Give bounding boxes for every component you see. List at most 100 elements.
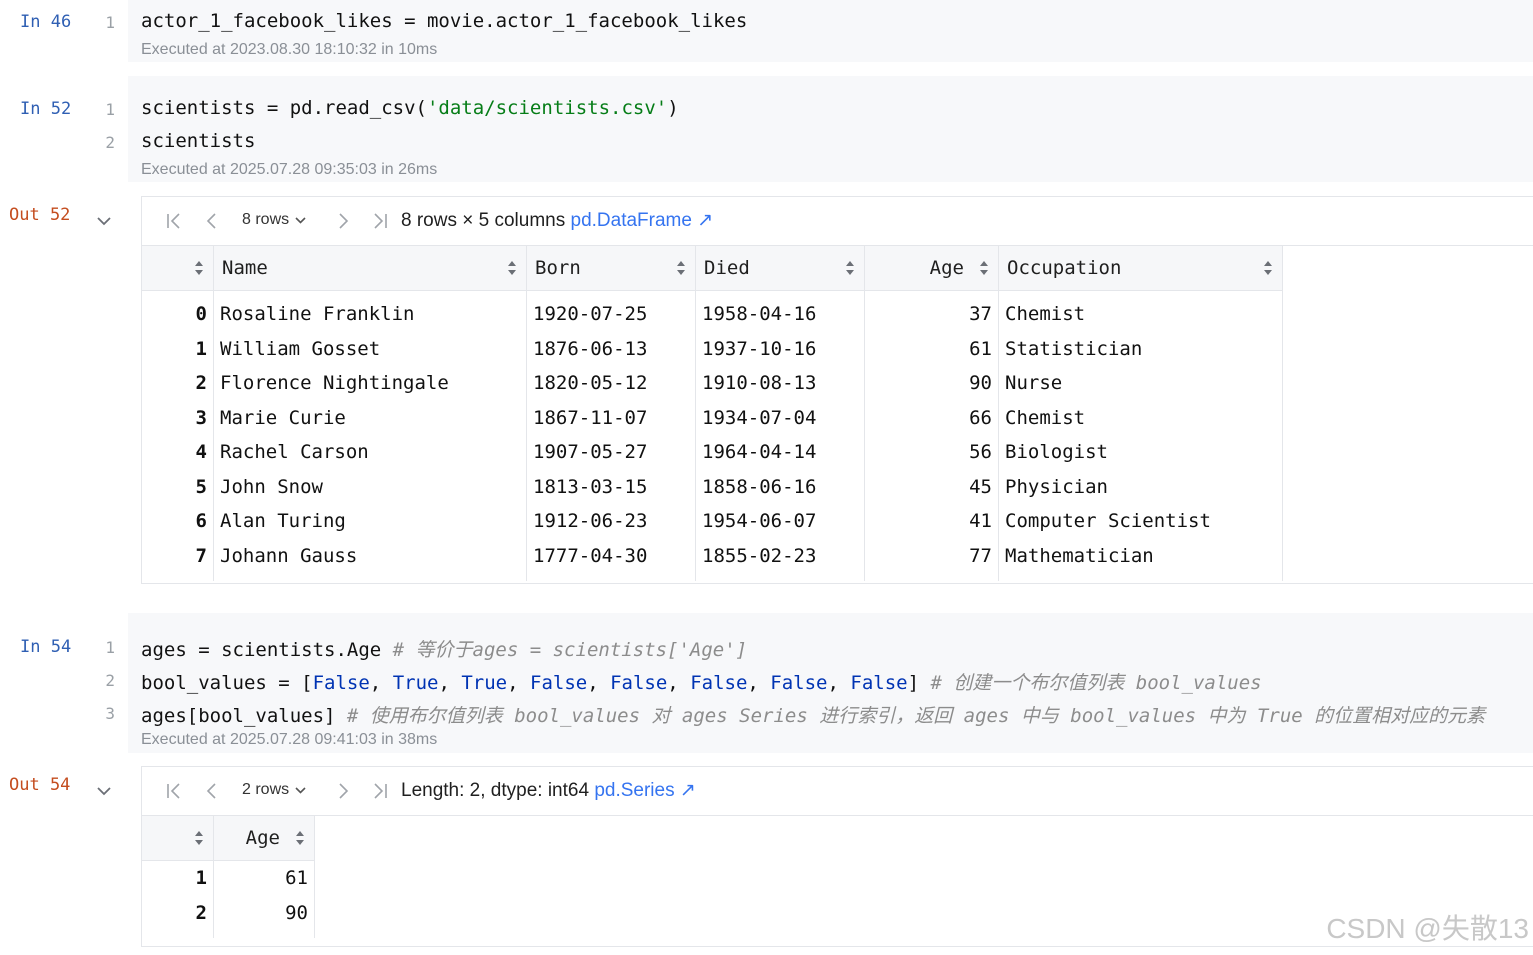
chevron-down-icon[interactable] (95, 214, 113, 228)
table-cell: 1858-06-16 (695, 469, 865, 504)
next-page-icon[interactable] (333, 781, 353, 801)
cell-prompt: In 54 (20, 637, 72, 657)
spacer-cell (213, 930, 315, 938)
code-token: ] (907, 672, 931, 694)
table-cell: 56 (864, 435, 999, 470)
code-cell-54[interactable]: In 54 1 2 3 ages = scientists.Age # 等价于a… (0, 613, 1533, 753)
column-header-label: Occupation (1007, 257, 1122, 279)
spacer-cell (142, 930, 214, 938)
watermark: CSDN @失散13 (1326, 913, 1529, 944)
table-cell: 1910-08-13 (695, 366, 865, 401)
first-page-icon[interactable] (164, 781, 184, 801)
series-output: 2 rows Length: 2, dtype: int64 pd.Series… (141, 766, 1533, 947)
cell-prompt: In 52 (20, 99, 72, 119)
boolean-literal: True (461, 672, 508, 694)
dataframe-table: Name Born Died Age Occupation 0 Rosaline … (142, 246, 1283, 581)
table-cell: 41 (864, 504, 999, 539)
table-cell: 1912-06-23 (526, 504, 696, 539)
column-header-died[interactable]: Died (695, 246, 865, 291)
line-number: 2 (105, 671, 115, 690)
rows-per-page-select[interactable]: 2 rows (242, 781, 307, 799)
table-row[interactable]: 1 William Gosset 1876-06-13 1937-10-16 61 Sta… (142, 331, 1283, 366)
table-cell: 61 (864, 331, 999, 366)
previous-page-icon[interactable] (202, 211, 222, 231)
code-cell-46[interactable]: In 46 1 actor_1_facebook_likes = movie.a… (0, 0, 1533, 62)
shape-summary: Length: 2, dtype: int64 (401, 780, 595, 801)
row-index: 1 (142, 860, 214, 896)
code-separator: , (438, 672, 462, 694)
previous-page-icon[interactable] (202, 781, 222, 801)
last-page-icon[interactable] (370, 211, 390, 231)
table-row[interactable]: 4 Rachel Carson 1907-05-27 1964-04-14 56 Biol… (142, 435, 1283, 470)
spacer-cell (142, 573, 214, 581)
output-toolbar: 2 rows Length: 2, dtype: int64 pd.Series… (142, 767, 1533, 816)
code-comment: # 使用布尔值列表 bool_values 对 ages Series 进行索引… (346, 705, 1486, 727)
row-index: 6 (142, 504, 214, 539)
table-row[interactable]: 5 John Snow 1813-03-15 1858-06-16 45 Physicia… (142, 469, 1283, 504)
sort-icon[interactable] (677, 261, 686, 275)
code-line[interactable]: ages = scientists.Age # 等价于ages = scient… (141, 635, 747, 662)
boolean-literal: False (690, 672, 748, 694)
code-line[interactable]: bool_values = [False, True, True, False,… (141, 668, 1262, 695)
sort-icon[interactable] (1264, 261, 1273, 275)
column-header-occupation[interactable]: Occupation (998, 246, 1283, 291)
table-cell: 66 (864, 400, 999, 435)
type-link[interactable]: pd.Series ↗ (594, 780, 695, 801)
code-line[interactable]: ages[bool_values] # 使用布尔值列表 bool_values … (141, 701, 1485, 728)
type-link[interactable]: pd.DataFrame ↗ (571, 210, 714, 231)
output-prompt: Out 54 (9, 775, 71, 795)
table-cell: 90 (864, 366, 999, 401)
table-cell: 1907-05-27 (526, 435, 696, 470)
table-row[interactable]: 6 Alan Turing 1912-06-23 1954-06-07 41 Comput… (142, 504, 1283, 539)
last-page-icon[interactable] (370, 781, 390, 801)
table-cell: 1920-07-25 (526, 290, 696, 332)
table-row[interactable]: 3 Marie Curie 1867-11-07 1934-07-04 66 Chemis… (142, 400, 1283, 435)
table-header-row: Name Born Died Age Occupation (142, 246, 1283, 291)
table-spacer-row (142, 930, 315, 938)
row-index: 0 (142, 290, 214, 332)
line-number: 2 (105, 133, 115, 152)
sort-icon[interactable] (296, 831, 305, 845)
index-header[interactable] (142, 246, 214, 291)
next-page-icon[interactable] (333, 211, 353, 231)
sort-icon[interactable] (508, 261, 517, 275)
column-header-age[interactable]: Age (213, 816, 315, 861)
sort-icon[interactable] (980, 261, 989, 275)
row-index: 3 (142, 400, 214, 435)
code-cell-52[interactable]: In 52 1 2 scientists = pd.read_csv('data… (0, 76, 1533, 182)
code-token: ages[bool_values] (141, 705, 347, 727)
sort-icon[interactable] (195, 261, 204, 275)
rows-per-page-select[interactable]: 8 rows (242, 211, 307, 229)
table-cell: 1937-10-16 (695, 331, 865, 366)
table-row[interactable]: 7 Johann Gauss 1777-04-30 1855-02-23 77 Mathe… (142, 538, 1283, 573)
first-page-icon[interactable] (164, 211, 184, 231)
column-header-born[interactable]: Born (526, 246, 696, 291)
table-row[interactable]: 2 Florence Nightingale 1820-05-12 1910-08-1… (142, 366, 1283, 401)
table-row[interactable]: 2 90 (142, 895, 315, 930)
table-cell: Physician (998, 469, 1283, 504)
code-line[interactable]: actor_1_facebook_likes = movie.actor_1_f… (141, 10, 747, 32)
sort-icon[interactable] (846, 261, 855, 275)
spacer-cell (864, 573, 999, 581)
code-line[interactable]: scientists (141, 130, 255, 152)
table-cell: 1867-11-07 (526, 400, 696, 435)
code-line[interactable]: scientists = pd.read_csv('data/scientist… (141, 97, 679, 119)
index-header[interactable] (142, 816, 214, 861)
chevron-down-icon[interactable] (95, 784, 113, 798)
table-cell: 1777-04-30 (526, 538, 696, 573)
table-cell: Florence Nightingale (213, 366, 527, 401)
table-cell: Nurse (998, 366, 1283, 401)
column-header-age[interactable]: Age (864, 246, 999, 291)
code-token: bool_values = [ (141, 672, 313, 694)
column-header-label: Died (704, 257, 750, 279)
table-row[interactable]: 1 61 (142, 860, 315, 896)
table-cell: 1813-03-15 (526, 469, 696, 504)
table-cell: Rachel Carson (213, 435, 527, 470)
code-comment: # 等价于ages = scientists['Age'] (392, 639, 748, 661)
table-row[interactable]: 0 Rosaline Franklin 1920-07-25 1958-04-16 37… (142, 290, 1283, 332)
column-header-name[interactable]: Name (213, 246, 527, 291)
table-cell: 90 (213, 895, 315, 930)
table-cell: Marie Curie (213, 400, 527, 435)
sort-icon[interactable] (195, 831, 204, 845)
row-index: 4 (142, 435, 214, 470)
